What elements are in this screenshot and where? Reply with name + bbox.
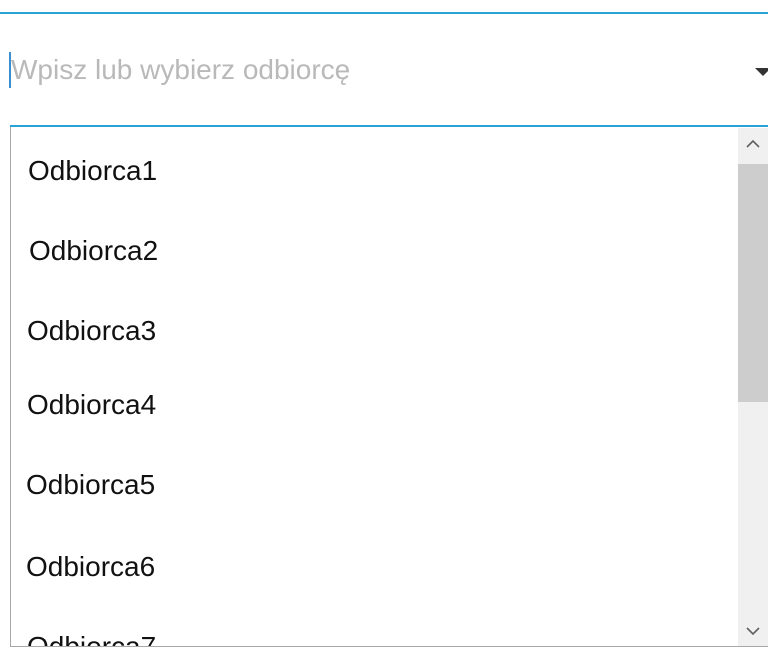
recipient-input-placeholder[interactable]: Wpisz lub wybierz odbiorcę bbox=[11, 50, 350, 90]
list-item[interactable]: Odbiorca4 bbox=[11, 375, 755, 435]
list-item[interactable]: Odbiorca5 bbox=[11, 455, 754, 515]
recipient-listbox[interactable]: Odbiorca1 Odbiorca2 Odbiorca3 Odbiorca4 … bbox=[10, 127, 768, 647]
list-item[interactable]: Odbiorca7 bbox=[11, 617, 755, 646]
list-item[interactable]: Odbiorca2 bbox=[11, 221, 757, 281]
triangle-down-icon[interactable] bbox=[755, 68, 768, 76]
list-item[interactable]: Odbiorca1 bbox=[11, 141, 756, 201]
list-item[interactable]: Odbiorca3 bbox=[11, 301, 755, 361]
scrollbar-thumb[interactable] bbox=[738, 164, 768, 402]
chevron-up-icon[interactable] bbox=[738, 128, 768, 158]
list-item[interactable]: Odbiorca6 bbox=[11, 537, 754, 597]
chevron-down-icon[interactable] bbox=[738, 616, 768, 646]
vertical-scrollbar[interactable] bbox=[738, 128, 768, 646]
